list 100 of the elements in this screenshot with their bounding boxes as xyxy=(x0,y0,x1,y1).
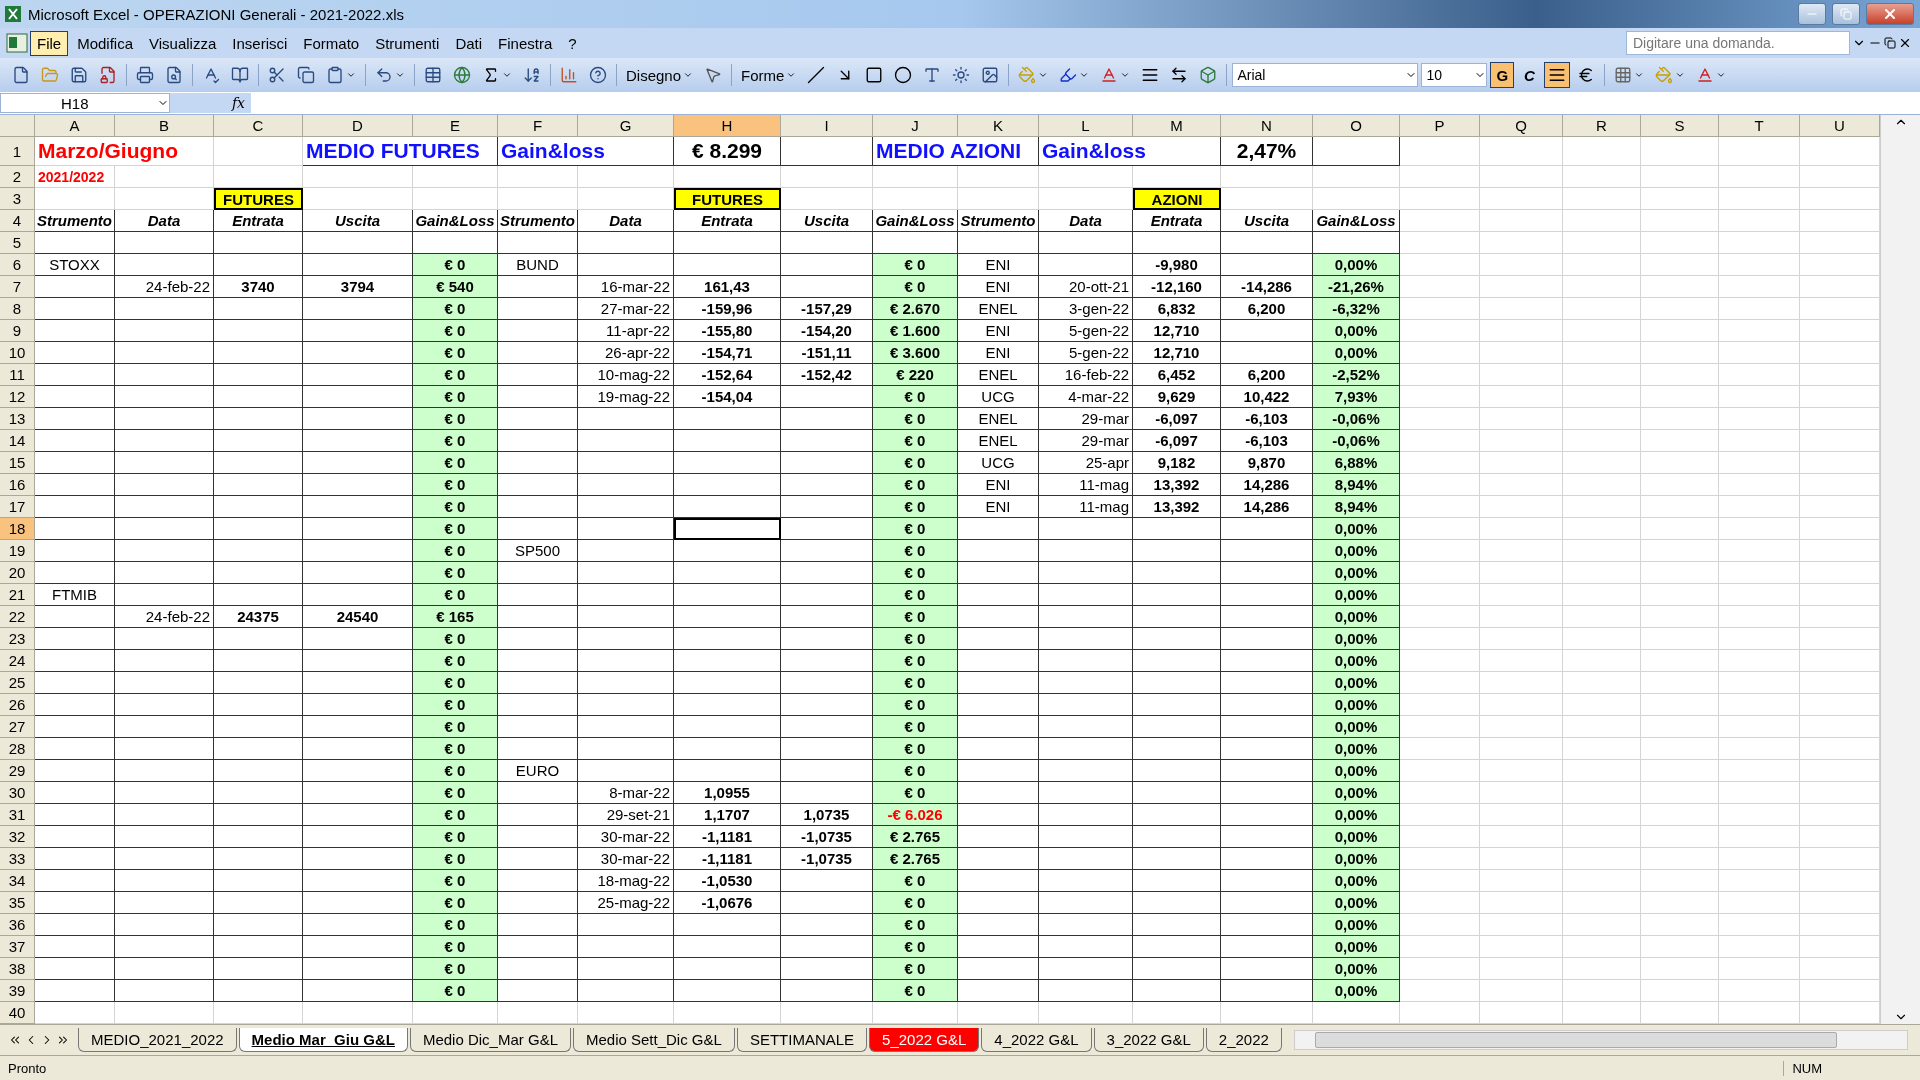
table-cell[interactable]: 16-feb-22 xyxy=(1039,364,1133,386)
row-header[interactable]: 19 xyxy=(0,540,35,562)
table-cell[interactable]: 9,182 xyxy=(1133,452,1221,474)
table-cell[interactable]: € 0 xyxy=(413,914,498,936)
table-cell[interactable]: € 0 xyxy=(413,672,498,694)
caret-icon[interactable] xyxy=(1038,70,1049,80)
table-cell[interactable]: 24-feb-22 xyxy=(115,276,214,298)
table-cell[interactable]: -1,0676 xyxy=(674,892,781,914)
table-cell[interactable]: € 0 xyxy=(873,958,958,980)
row-header[interactable]: 32 xyxy=(0,826,35,848)
table-cell[interactable]: € 0 xyxy=(873,452,958,474)
row-header[interactable]: 22 xyxy=(0,606,35,628)
caret-icon[interactable] xyxy=(1634,70,1645,80)
row-header[interactable]: 10 xyxy=(0,342,35,364)
sheet-tab[interactable]: SETTIMANALE xyxy=(736,1028,868,1052)
caret-icon[interactable] xyxy=(1120,70,1131,80)
table-cell[interactable]: ENEL xyxy=(958,364,1039,386)
column-header[interactable]: D xyxy=(303,115,413,137)
table-cell[interactable]: ENI xyxy=(958,496,1039,518)
table-cell[interactable]: € 3.600 xyxy=(873,342,958,364)
sheet-tab[interactable]: Medio Dic_Mar G&L xyxy=(409,1028,571,1052)
align-center-button[interactable] xyxy=(1544,62,1571,88)
table-cell[interactable]: 0,00% xyxy=(1313,562,1400,584)
table-cell[interactable]: € 0 xyxy=(873,562,958,584)
table-cell[interactable]: 0,00% xyxy=(1313,694,1400,716)
table-cell[interactable]: -1,1181 xyxy=(674,848,781,870)
table-cell[interactable]: -1,0530 xyxy=(674,870,781,892)
table-cell[interactable]: 0,00% xyxy=(1313,716,1400,738)
table-cell[interactable]: € 0 xyxy=(873,408,958,430)
table-cell[interactable]: 0,00% xyxy=(1313,958,1400,980)
column-header[interactable]: O xyxy=(1313,115,1400,137)
table-cell[interactable]: € 0 xyxy=(873,518,958,540)
minimize-button[interactable] xyxy=(1798,3,1826,25)
table-cell[interactable]: € 0 xyxy=(873,474,958,496)
table-cell[interactable]: € 1.600 xyxy=(873,320,958,342)
table-cell[interactable]: 20-ott-21 xyxy=(1039,276,1133,298)
table-cell[interactable]: -154,04 xyxy=(674,386,781,408)
column-header[interactable]: N xyxy=(1221,115,1313,137)
table-cell[interactable]: € 2.765 xyxy=(873,848,958,870)
table-cell[interactable]: 8,94% xyxy=(1313,496,1400,518)
table-cell[interactable]: € 0 xyxy=(413,694,498,716)
row-header[interactable]: 21 xyxy=(0,584,35,606)
table-cell[interactable]: € 0 xyxy=(413,474,498,496)
table-cell[interactable]: 30-mar-22 xyxy=(578,826,674,848)
table-cell[interactable]: 12,710 xyxy=(1133,320,1221,342)
table-cell[interactable]: 161,43 xyxy=(674,276,781,298)
column-title[interactable]: Data xyxy=(1039,210,1133,232)
column-header[interactable]: J xyxy=(873,115,958,137)
table-cell[interactable]: € 0 xyxy=(413,364,498,386)
sheet-heading[interactable]: MEDIO FUTURES xyxy=(303,137,498,166)
table-cell[interactable]: € 0 xyxy=(873,386,958,408)
column-header[interactable]: U xyxy=(1800,115,1880,137)
menu-item[interactable]: Inserisci xyxy=(225,30,295,56)
row-header[interactable]: 2 xyxy=(0,166,35,188)
table-cell[interactable]: -6,32% xyxy=(1313,298,1400,320)
table-cell[interactable]: -9,980 xyxy=(1133,254,1221,276)
table-cell[interactable]: € 0 xyxy=(873,782,958,804)
sheet-heading[interactable]: Gain&loss xyxy=(1039,137,1221,166)
table-cell[interactable]: 19-mag-22 xyxy=(578,386,674,408)
section-label[interactable]: FUTURES xyxy=(674,188,781,210)
table-cell[interactable]: € 0 xyxy=(413,540,498,562)
table-cell[interactable]: -21,26% xyxy=(1313,276,1400,298)
table-cell[interactable]: € 0 xyxy=(873,606,958,628)
row-header[interactable]: 15 xyxy=(0,452,35,474)
table-cell[interactable]: 0,00% xyxy=(1313,518,1400,540)
row-header[interactable]: 1 xyxy=(0,137,35,166)
table-cell[interactable]: 5-gen-22 xyxy=(1039,342,1133,364)
column-header[interactable]: G xyxy=(578,115,674,137)
row-header[interactable]: 6 xyxy=(0,254,35,276)
table-cell[interactable]: 0,00% xyxy=(1313,540,1400,562)
table-cell[interactable]: 6,88% xyxy=(1313,452,1400,474)
table-cell[interactable]: € 0 xyxy=(413,298,498,320)
row-header[interactable]: 5 xyxy=(0,232,35,254)
column-title[interactable]: Uscita xyxy=(303,210,413,232)
sheet-tab[interactable]: 4_2022 G&L xyxy=(981,1028,1092,1052)
section-label[interactable]: FUTURES xyxy=(214,188,303,210)
help-search-field[interactable]: Digitare una domanda. xyxy=(1626,31,1850,55)
table-cell[interactable]: € 0 xyxy=(413,628,498,650)
table-cell[interactable]: € 0 xyxy=(413,848,498,870)
table-cell[interactable]: € 0 xyxy=(873,980,958,1002)
table-cell[interactable]: € 0 xyxy=(413,936,498,958)
column-header[interactable]: I xyxy=(781,115,873,137)
table-cell[interactable]: 2021/2022 xyxy=(35,166,115,188)
table-cell[interactable]: € 0 xyxy=(413,738,498,760)
table-cell[interactable]: € 0 xyxy=(873,892,958,914)
column-title[interactable]: Data xyxy=(115,210,214,232)
row-header[interactable]: 7 xyxy=(0,276,35,298)
table-cell[interactable]: 24375 xyxy=(214,606,303,628)
table-cell[interactable]: 27-mar-22 xyxy=(578,298,674,320)
table-cell[interactable]: 26-apr-22 xyxy=(578,342,674,364)
row-header[interactable]: 8 xyxy=(0,298,35,320)
table-cell[interactable]: € 0 xyxy=(873,738,958,760)
table-cell[interactable]: 0,00% xyxy=(1313,892,1400,914)
table-cell[interactable]: € 0 xyxy=(413,342,498,364)
table-cell[interactable]: 0,00% xyxy=(1313,936,1400,958)
table-cell[interactable]: -152,64 xyxy=(674,364,781,386)
table-cell[interactable]: ENI xyxy=(958,474,1039,496)
table-cell[interactable]: 4-mar-22 xyxy=(1039,386,1133,408)
row-header[interactable]: 27 xyxy=(0,716,35,738)
column-title[interactable]: Data xyxy=(578,210,674,232)
